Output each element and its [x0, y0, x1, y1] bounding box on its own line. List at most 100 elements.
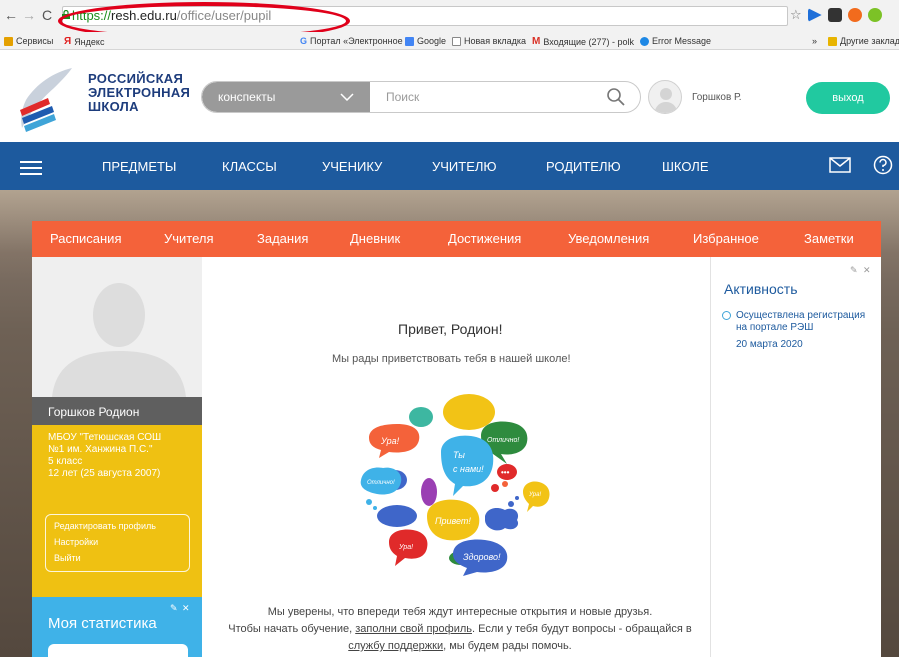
user-name-short[interactable]: Горшков Р.	[692, 92, 742, 103]
tab-notifications[interactable]: Уведомления	[568, 231, 649, 246]
bubble-ellipsis: •••	[501, 468, 510, 477]
profile-school: МБОУ "Тетюшская СОШ	[48, 432, 162, 443]
chevron-down-icon[interactable]	[340, 93, 354, 101]
profile-age: 12 лет (25 августа 2007)	[48, 468, 161, 479]
activity-close-icon[interactable]: ✕	[863, 265, 871, 276]
apps-icon	[4, 36, 13, 46]
profile-grade: 5 класс	[48, 456, 83, 467]
nav-item-school[interactable]: ШКОЛЕ	[662, 159, 709, 174]
profile-info: МБОУ "Тетюшская СОШ №1 им. Ханжина П.С."…	[48, 432, 198, 480]
nav-item-classes[interactable]: КЛАССЫ	[222, 159, 277, 174]
bubble-dot	[508, 501, 514, 507]
greeting-title: Привет, Родион!	[398, 321, 503, 337]
bookmarks-bar: Сервисы Я Яндекс G Портал «Электронное Goo…	[0, 32, 899, 50]
user-silhouette-icon	[32, 257, 202, 397]
google-icon	[405, 36, 414, 46]
onboarding-line: Мы уверены, что впереди тебя ждут интере…	[267, 606, 653, 618]
nav-item-subjects[interactable]: ПРЕДМЕТЫ	[102, 159, 176, 174]
reload-icon[interactable]: C	[40, 8, 54, 22]
tab-achievements[interactable]: Достижения	[448, 231, 521, 246]
incognito-icon[interactable]	[827, 8, 842, 22]
drop-icon	[640, 36, 649, 46]
onboarding-line: Чтобы начать обучение, заполни свой проф…	[228, 623, 692, 635]
bookmark-item[interactable]: Новая вкладка	[452, 36, 526, 46]
stats-card	[48, 644, 188, 657]
nav-item-parent[interactable]: РОДИТЕЛЮ	[546, 159, 621, 174]
bubble-text: Здорово!	[463, 552, 501, 562]
edit-profile-link[interactable]: Редактировать профиль	[54, 521, 156, 531]
onboarding-line: службу поддержки, мы будем рады помочь.	[348, 640, 572, 652]
extension-orange-icon[interactable]	[847, 8, 862, 22]
exit-link[interactable]: Выйти	[54, 553, 81, 563]
activity-edit-icon[interactable]: ✎	[850, 265, 858, 276]
nav-item-teacher[interactable]: УЧИТЕЛЮ	[432, 159, 497, 174]
bubble-dot	[491, 484, 499, 492]
activity-date: 20 марта 2020	[736, 339, 803, 350]
bubble-text: Ура!	[528, 492, 541, 498]
back-arrow-icon[interactable]: ←	[4, 8, 18, 22]
play-icon[interactable]	[807, 8, 822, 22]
bookmark-item[interactable]: Сервисы	[4, 36, 53, 46]
tab-schedules[interactable]: Расписания	[50, 231, 121, 246]
stats-title: Моя статистика	[48, 615, 157, 632]
folder-icon	[828, 36, 837, 46]
bookmark-item[interactable]: Error Message	[640, 36, 711, 46]
logo-text[interactable]: РОССИЙСКАЯ ЭЛЕКТРОННАЯ ШКОЛА	[88, 72, 190, 114]
logo-feather-icon[interactable]	[14, 66, 78, 134]
bubble-text: Ты	[453, 450, 465, 460]
tab-favorites[interactable]: Избранное	[693, 231, 759, 246]
bookmark-item[interactable]: Google	[405, 36, 446, 46]
mail-icon[interactable]	[829, 157, 851, 173]
bubble-dot	[502, 481, 508, 487]
fill-profile-link[interactable]: заполни свой профиль	[355, 623, 472, 635]
bubble-dot	[373, 506, 377, 510]
activity-entry: Осуществлена регистрация на портале РЭШ	[736, 310, 866, 333]
hamburger-menu-icon[interactable]	[20, 161, 42, 175]
tab-diary[interactable]: Дневник	[350, 231, 400, 246]
profile-photo[interactable]	[32, 257, 202, 397]
speech-bubbles-illustration: Ура! Отлично! Отлично! Ты с нами! ••• Ур…	[360, 394, 550, 576]
tab-teachers[interactable]: Учителя	[164, 231, 214, 246]
tab-notes[interactable]: Заметки	[804, 231, 854, 246]
support-link[interactable]: службу поддержки	[348, 640, 443, 652]
search-input[interactable]	[386, 82, 616, 112]
extension-green-icon[interactable]	[867, 8, 882, 22]
help-icon[interactable]	[873, 155, 893, 175]
bubble-teal-small	[409, 407, 433, 427]
extension-icons: ☆	[790, 8, 882, 22]
bookmark-item[interactable]: Я Яндекс	[64, 36, 104, 47]
nav-item-student[interactable]: УЧЕНИКУ	[322, 159, 382, 174]
profile-school: №1 им. Ханжина П.С."	[48, 444, 153, 455]
bubble-text: Ура!	[398, 544, 413, 551]
circle-bullet-icon	[722, 311, 731, 320]
stats-edit-icon[interactable]: ✎	[170, 603, 178, 614]
onboarding-text: Мы уверены, что впереди тебя ждут интере…	[212, 604, 708, 655]
star-icon[interactable]: ☆	[790, 8, 802, 22]
forward-arrow-icon[interactable]: →	[22, 8, 36, 22]
bubble-purple-tall	[421, 478, 437, 506]
stats-close-icon[interactable]: ✕	[182, 603, 190, 614]
bookmark-item[interactable]: M Входящие (277) - polk	[532, 36, 634, 47]
bubble-text: Привет!	[435, 516, 471, 526]
page-icon	[452, 36, 461, 46]
tab-assignments[interactable]: Задания	[257, 231, 308, 246]
bubble-blue	[377, 505, 417, 527]
google-icon: G	[300, 36, 308, 46]
logout-button[interactable]: выход	[806, 82, 890, 114]
bubble-text: Ура!	[380, 436, 400, 446]
bubble-text: Отлично!	[367, 480, 395, 486]
search-icon[interactable]	[606, 87, 626, 107]
avatar[interactable]	[648, 80, 682, 114]
bookmarks-overflow[interactable]: »	[812, 36, 817, 46]
profile-name: Горшков Родион	[48, 405, 140, 419]
gmail-icon: M	[532, 36, 541, 47]
bubble-dot	[515, 496, 519, 500]
settings-link[interactable]: Настройки	[54, 537, 98, 547]
activity-title: Активность	[724, 281, 798, 297]
bubble-cloud	[485, 508, 519, 531]
bookmark-item[interactable]: G Портал «Электронное	[300, 36, 403, 46]
bubble-dot	[366, 499, 372, 505]
welcome-text: Мы рады приветствовать тебя в нашей школ…	[332, 353, 571, 365]
bookmark-folder[interactable]: Другие заклад	[828, 36, 899, 46]
bubble-text: Отлично!	[487, 437, 519, 444]
